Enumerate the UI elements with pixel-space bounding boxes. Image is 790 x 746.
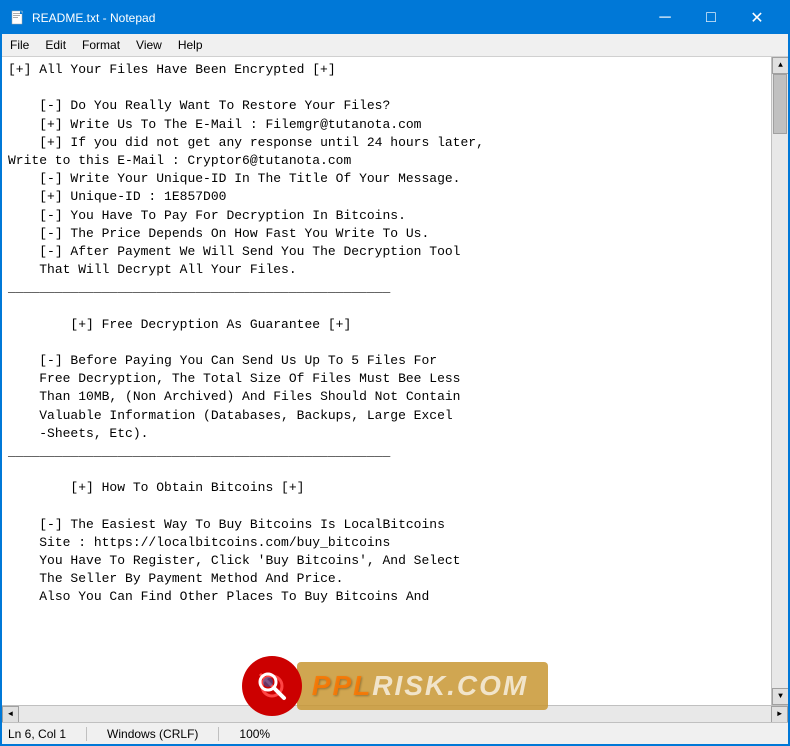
- scroll-track[interactable]: [772, 74, 788, 688]
- menu-bar: File Edit Format View Help: [2, 34, 788, 57]
- horizontal-scrollbar-area: ◄ ►: [2, 705, 788, 722]
- menu-format[interactable]: Format: [74, 36, 128, 54]
- cursor-position: Ln 6, Col 1: [8, 727, 66, 741]
- status-bar: Ln 6, Col 1 Windows (CRLF) 100%: [2, 722, 788, 744]
- h-scroll-track[interactable]: [19, 706, 771, 722]
- menu-file[interactable]: File: [2, 36, 37, 54]
- scroll-up-button[interactable]: ▲: [772, 57, 788, 74]
- notepad-window: README.txt - Notepad ─ □ ✕ File Edit For…: [0, 0, 790, 746]
- vertical-scrollbar[interactable]: ▲ ▼: [771, 57, 788, 705]
- close-button[interactable]: ✕: [734, 2, 780, 34]
- window-controls: ─ □ ✕: [642, 2, 780, 34]
- zoom-level: 100%: [239, 727, 270, 741]
- menu-view[interactable]: View: [128, 36, 170, 54]
- text-editor[interactable]: [+] All Your Files Have Been Encrypted […: [2, 57, 771, 705]
- editor-area: [+] All Your Files Have Been Encrypted […: [2, 57, 788, 705]
- menu-edit[interactable]: Edit: [37, 36, 74, 54]
- scroll-down-button[interactable]: ▼: [772, 688, 788, 705]
- window-title: README.txt - Notepad: [32, 11, 642, 25]
- status-divider-2: [218, 727, 219, 741]
- app-icon: [10, 10, 26, 26]
- scroll-right-button[interactable]: ►: [771, 706, 788, 723]
- line-endings: Windows (CRLF): [107, 727, 198, 741]
- minimize-button[interactable]: ─: [642, 2, 688, 34]
- title-bar: README.txt - Notepad ─ □ ✕: [2, 2, 788, 34]
- scroll-left-button[interactable]: ◄: [2, 706, 19, 723]
- scroll-thumb[interactable]: [773, 74, 787, 134]
- menu-help[interactable]: Help: [170, 36, 211, 54]
- status-divider-1: [86, 727, 87, 741]
- maximize-button[interactable]: □: [688, 2, 734, 34]
